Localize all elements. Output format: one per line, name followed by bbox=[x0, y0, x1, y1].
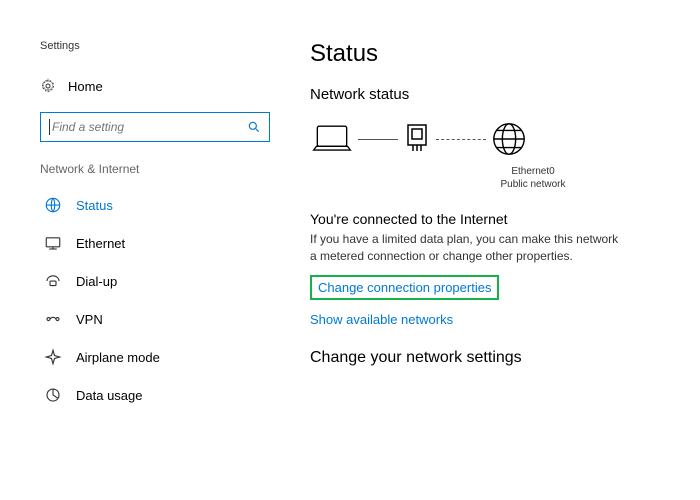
laptop-icon bbox=[310, 119, 354, 159]
ethernet-icon bbox=[44, 234, 62, 252]
search-icon bbox=[247, 120, 261, 134]
change-settings-heading: Change your network settings bbox=[310, 349, 670, 367]
nav-dialup[interactable]: Dial-up bbox=[40, 262, 290, 300]
network-diagram bbox=[310, 119, 670, 159]
nav-status[interactable]: Status bbox=[40, 186, 290, 224]
page-title: Status bbox=[310, 40, 670, 68]
nav-label: Data usage bbox=[76, 388, 143, 403]
vpn-icon bbox=[44, 310, 62, 328]
sidebar: Settings Home Network & Internet bbox=[40, 40, 290, 414]
adapter-icon bbox=[402, 121, 432, 157]
nav-label: VPN bbox=[76, 312, 103, 327]
dialup-icon bbox=[44, 272, 62, 290]
adapter-labels: Ethernet0 Public network bbox=[396, 165, 670, 191]
section-subtitle: Network status bbox=[310, 86, 670, 103]
home-label: Home bbox=[68, 79, 103, 94]
main-panel: Status Network status Ethernet0 bbox=[290, 40, 670, 414]
nav-vpn[interactable]: VPN bbox=[40, 300, 290, 338]
connected-title: You're connected to the Internet bbox=[310, 211, 670, 227]
search-field[interactable] bbox=[52, 120, 247, 134]
connector-dashed bbox=[436, 139, 486, 140]
nav-airplane[interactable]: Airplane mode bbox=[40, 338, 290, 376]
nav-datausage[interactable]: Data usage bbox=[40, 376, 290, 414]
globe-icon bbox=[490, 120, 528, 158]
adapter-type: Public network bbox=[396, 178, 670, 191]
change-connection-properties-link[interactable]: Change connection properties bbox=[310, 275, 499, 300]
gear-icon bbox=[40, 78, 56, 94]
nav-label: Airplane mode bbox=[76, 350, 160, 365]
show-available-networks-link[interactable]: Show available networks bbox=[310, 312, 670, 327]
settings-label: Settings bbox=[40, 40, 290, 52]
connected-desc: If you have a limited data plan, you can… bbox=[310, 231, 620, 265]
section-label: Network & Internet bbox=[40, 162, 290, 176]
text-cursor bbox=[49, 119, 50, 135]
search-input[interactable] bbox=[40, 112, 270, 142]
home-nav[interactable]: Home bbox=[40, 74, 290, 98]
status-icon bbox=[44, 196, 62, 214]
nav-ethernet[interactable]: Ethernet bbox=[40, 224, 290, 262]
connector-line bbox=[358, 139, 398, 140]
nav-label: Ethernet bbox=[76, 236, 125, 251]
datausage-icon bbox=[44, 386, 62, 404]
nav-label: Status bbox=[76, 198, 113, 213]
airplane-icon bbox=[44, 348, 62, 366]
adapter-name: Ethernet0 bbox=[396, 165, 670, 178]
nav-label: Dial-up bbox=[76, 274, 117, 289]
